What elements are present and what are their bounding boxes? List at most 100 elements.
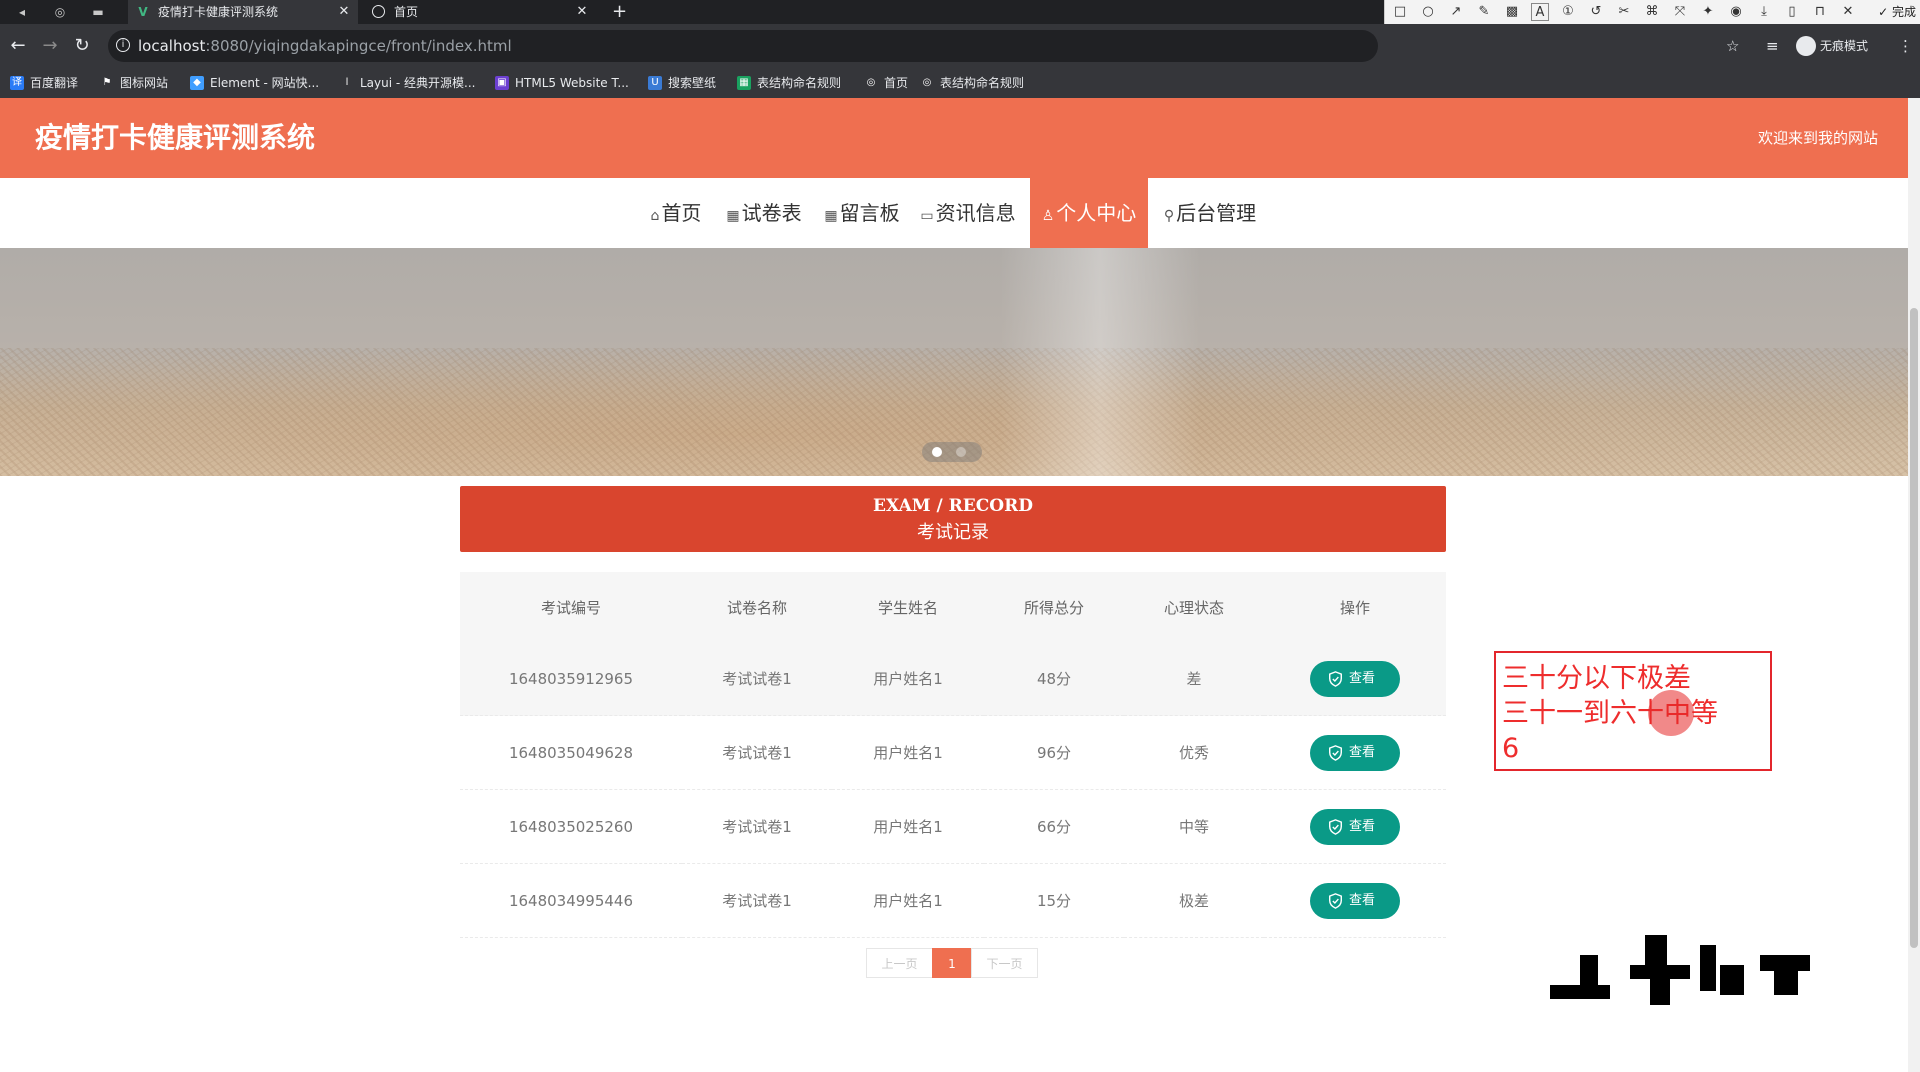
nav-item-home[interactable]: ⌂ 首页: [644, 178, 708, 248]
site-info-icon[interactable]: i: [116, 38, 130, 52]
undo-icon[interactable]: ↺: [1587, 3, 1605, 21]
star-icon[interactable]: ☆: [1726, 36, 1739, 56]
ellipse-tool-icon[interactable]: ○: [1419, 3, 1437, 21]
bookmark-item[interactable]: ◎ 表结构命名规则: [920, 68, 1024, 98]
speaker-icon[interactable]: ◂: [14, 4, 30, 20]
bookmark-icon: l: [340, 76, 354, 90]
score-cell: 48分: [984, 642, 1124, 716]
board-icon: ▦: [824, 208, 838, 224]
back-icon[interactable]: ←: [6, 34, 30, 58]
address-bar: ← → ↻ i localhost:8080/yiqingdakapingce/…: [0, 24, 1920, 68]
table-row: 1648035049628 考试试卷1 用户姓名1 96分 优秀 查看: [460, 715, 1446, 790]
bookmark-item[interactable]: ⚑ 图标网站: [100, 68, 168, 98]
mosaic-block: [1774, 971, 1798, 995]
student-name-cell: 用户姓名1: [832, 789, 984, 864]
browser-tab-active[interactable]: V 疫情打卡健康评测系统 ✕: [128, 0, 358, 24]
view-button[interactable]: 查看: [1310, 660, 1400, 697]
bookmark-icon: U: [648, 76, 662, 90]
section-title: EXAM / RECORD 考试记录: [460, 486, 1446, 552]
tab-title: 疫情打卡健康评测系统: [158, 5, 279, 19]
nav-item-admin[interactable]: ⚲ 后台管理: [1158, 178, 1262, 248]
shield-check-icon: [1329, 892, 1342, 909]
action-cell: 查看: [1264, 863, 1446, 938]
next-page-button[interactable]: 下一页: [971, 948, 1038, 978]
mosaic-block: [1550, 985, 1610, 999]
student-name-cell: 用户姓名1: [832, 715, 984, 790]
view-button-label: 查看: [1348, 744, 1375, 760]
done-button[interactable]: ✓ 完成: [1878, 0, 1916, 24]
rectangle-tool-icon[interactable]: □: [1391, 3, 1409, 21]
reading-list-icon[interactable]: ≡: [1766, 36, 1779, 56]
view-button[interactable]: 查看: [1310, 808, 1400, 845]
crop-icon[interactable]: ⤧: [1671, 3, 1689, 21]
record-icon[interactable]: ◉: [1727, 3, 1745, 21]
bookmark-item[interactable]: l Layui - 经典开源模...: [340, 68, 475, 98]
current-page-button[interactable]: 1: [932, 948, 972, 978]
new-tab-button[interactable]: +: [612, 0, 627, 24]
bookmark-item[interactable]: U 搜索壁纸: [648, 68, 716, 98]
table-row: 1648034995446 考试试卷1 用户姓名1 15分 极差 查看: [460, 863, 1446, 938]
bookmark-label: 图标网站: [120, 76, 169, 90]
welcome-text: 欢迎来到我的网站: [1757, 129, 1878, 147]
bookmark-label: HTML5 Website T...: [515, 76, 629, 90]
nav-item-personal-center[interactable]: ♙ 个人中心: [1030, 178, 1148, 248]
paper-name-cell: 考试试卷1: [682, 863, 832, 938]
section-title-zh: 考试记录: [917, 522, 989, 543]
pen-tool-icon[interactable]: ✎: [1475, 3, 1493, 21]
copy-icon[interactable]: ▯: [1783, 3, 1801, 21]
exam-id-cell: 1648035049628: [460, 715, 682, 790]
page-scrollbar[interactable]: [1908, 98, 1920, 1072]
nav-item-exam-papers[interactable]: ▦ 试卷表: [722, 178, 806, 248]
view-button[interactable]: 查看: [1310, 734, 1400, 771]
scrollbar-thumb[interactable]: [1910, 308, 1918, 948]
close-tab-icon[interactable]: ✕: [574, 0, 590, 24]
action-cell: 查看: [1264, 715, 1446, 790]
mosaic-tool-icon[interactable]: ▩: [1503, 3, 1521, 21]
arrow-tool-icon[interactable]: ↗: [1447, 3, 1465, 21]
redacted-watermark: [1550, 935, 1810, 1005]
carousel-dot[interactable]: [956, 447, 966, 457]
reload-icon[interactable]: ↻: [70, 34, 94, 58]
exam-records-table: 考试编号 试卷名称 学生姓名 所得总分 心理状态 操作 164803591296…: [460, 572, 1446, 938]
prev-page-button[interactable]: 上一页: [866, 948, 933, 978]
bookmark-item[interactable]: ▦ 表结构命名规则: [737, 68, 841, 98]
site-title: 疫情打卡健康评测系统: [35, 121, 316, 154]
bookmark-item[interactable]: ◎ 首页: [864, 68, 908, 98]
mental-state-cell: 优秀: [1124, 715, 1264, 790]
mental-state-cell: 差: [1124, 642, 1264, 716]
banner-highlight: [1000, 248, 1200, 476]
globe-icon[interactable]: ◎: [52, 4, 68, 20]
tab-search-icon[interactable]: ▬: [90, 4, 106, 20]
close-tab-icon[interactable]: ✕: [336, 0, 352, 24]
site-header: 疫情打卡健康评测系统 欢迎来到我的网站: [0, 98, 1908, 178]
forward-icon[interactable]: →: [38, 34, 62, 58]
bookmark-icon[interactable]: ⊓: [1811, 3, 1829, 21]
carousel-dot-active[interactable]: [932, 447, 942, 457]
close-icon[interactable]: ✕: [1839, 3, 1857, 21]
mosaic-block: [1720, 965, 1744, 995]
globe-icon: [372, 5, 385, 18]
translate-icon[interactable]: ⌘: [1643, 3, 1661, 21]
browser-tab[interactable]: 首页 ✕: [364, 0, 596, 24]
bookmark-item[interactable]: ◆ Element - 网站快...: [190, 68, 319, 98]
bookmark-item[interactable]: 译百度翻译: [10, 68, 78, 98]
url-input[interactable]: i localhost:8080/yiqingdakapingce/front/…: [108, 30, 1378, 62]
table-row: 1648035025260 考试试卷1 用户姓名1 66分 中等 查看: [460, 789, 1446, 864]
shield-check-icon: [1329, 818, 1342, 835]
pin-icon[interactable]: ✦: [1699, 3, 1717, 21]
menu-icon[interactable]: ⋮: [1898, 36, 1913, 56]
text-tool-icon[interactable]: A: [1531, 3, 1549, 21]
banner-carousel[interactable]: [0, 248, 1908, 476]
incognito-badge[interactable]: 无痕模式: [1796, 36, 1868, 56]
nav-item-news[interactable]: ▭ 资讯信息: [916, 178, 1020, 248]
view-button[interactable]: 查看: [1310, 882, 1400, 919]
url-host: localhost: [138, 37, 206, 55]
bookmark-label: Element - 网站快...: [210, 76, 320, 90]
number-tool-icon[interactable]: ①: [1559, 3, 1577, 21]
nav-item-message-board[interactable]: ▦ 留言板: [820, 178, 904, 248]
bookmark-item[interactable]: ▣ HTML5 Website T...: [495, 68, 629, 98]
download-icon[interactable]: ⤓: [1755, 3, 1773, 21]
scissors-icon[interactable]: ✂: [1615, 3, 1633, 21]
table-row: 1648035912965 考试试卷1 用户姓名1 48分 差 查看: [460, 642, 1446, 716]
nav-label: 个人中心: [1056, 201, 1137, 225]
